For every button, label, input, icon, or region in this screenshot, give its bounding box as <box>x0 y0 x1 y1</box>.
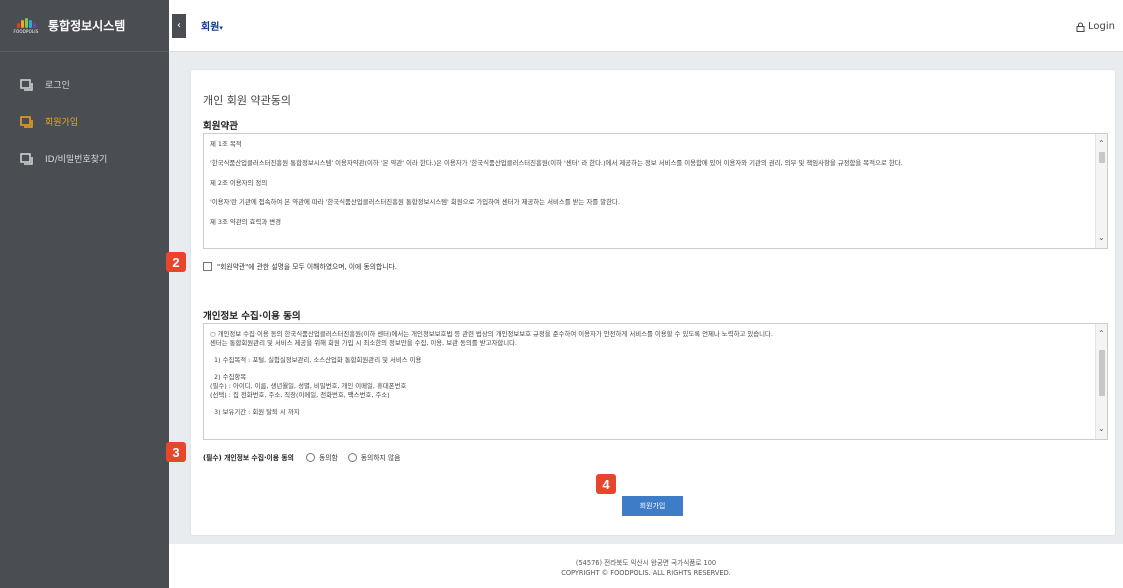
privacy-line: 3) 보유기간 : 회원 탈퇴 시 까지 <box>214 408 300 416</box>
sidebar-item-signup[interactable]: 회원가입 <box>0 103 169 140</box>
window-icon <box>20 115 33 128</box>
privacy-line: 2) 수집항목 <box>214 373 247 381</box>
privacy-scrollbar[interactable]: ⌃ ⌄ <box>1095 324 1107 439</box>
scroll-up-icon[interactable]: ⌃ <box>1098 330 1105 338</box>
annotation-badge-3: 3 <box>166 442 186 462</box>
lock-icon <box>1076 22 1085 32</box>
sidebar-menu: 로그인 회원가입 ID/비밀번호찾기 <box>0 52 169 177</box>
terms-paragraph: 제 3조 약관의 효력과 변경 <box>210 217 281 226</box>
privacy-line <box>210 365 1085 373</box>
privacy-line: ○ 개인정보 수집·이용 동의 한국식품산업클러스터진흥원(이하 센터)에서는 … <box>210 330 773 338</box>
scrollbar-thumb[interactable] <box>1099 152 1105 163</box>
scroll-up-icon[interactable]: ⌃ <box>1098 140 1105 148</box>
footer-copyright: COPYRIGHT © FOODPOLIS. ALL RIGHTS RESERV… <box>561 569 731 577</box>
sidebar-item-find-id-password[interactable]: ID/비밀번호찾기 <box>0 140 169 177</box>
scroll-down-icon[interactable]: ⌄ <box>1098 234 1105 242</box>
sidebar-item-label: ID/비밀번호찾기 <box>45 155 108 165</box>
sidebar-brand[interactable]: FOODPOLIS 통합정보시스템 <box>0 0 169 52</box>
terms-paragraph: '한국식품산업클러스터진흥원 통합정보시스템' 이용자약관(이하 '본 약관' … <box>210 159 903 168</box>
privacy-agree-radio[interactable] <box>305 452 315 462</box>
terms-paragraph: 제 2조 이용자의 정의 <box>210 178 268 187</box>
privacy-textbox[interactable]: ○ 개인정보 수집·이용 동의 한국식품산업클러스터진흥원(이하 센터)에서는 … <box>203 323 1108 440</box>
privacy-agree-label[interactable]: 동의함 <box>319 452 338 462</box>
terms-paragraph: '이용자'란 기관에 접속하여 본 약관에 따라 '한국식품산업클러스터진흥원 … <box>210 198 620 207</box>
privacy-disagree-radio[interactable] <box>347 452 357 462</box>
join-button[interactable]: 회원가입 <box>622 496 683 516</box>
privacy-consent-row: (필수) 개인정보 수집·이용 동의 동의함 동의하지 않음 <box>203 452 400 462</box>
footer-address: (54576) 전라북도 익산시 왕궁면 국가식품로 100 <box>575 559 717 567</box>
collapse-sidebar-button[interactable]: ‹ <box>172 13 186 38</box>
page-title: 개인 회원 약관동의 <box>203 94 291 107</box>
sidebar: FOODPOLIS 통합정보시스템 로그인 회원가입 ID/비밀번호찾기 <box>0 0 169 588</box>
privacy-line: 센터는 통합회원관리 및 서비스 제공을 위해 회원 가입 시 최소한의 정보만… <box>210 339 518 347</box>
member-menu-label: 회원 <box>201 22 220 33</box>
privacy-line: (필수) : 아이디, 이름, 생년월일, 성별, 비밀번호, 개인 이메일, … <box>210 382 407 390</box>
window-icon <box>20 78 33 91</box>
sidebar-item-label: 회원가입 <box>45 118 79 128</box>
terms-textbox[interactable]: 제 1조 목적 '한국식품산업클러스터진흥원 통합정보시스템' 이용자약관(이하… <box>203 133 1108 249</box>
login-label: Login <box>1088 21 1115 32</box>
privacy-required-label: (필수) 개인정보 수집·이용 동의 <box>203 454 294 462</box>
terms-paragraph: 제 1조 목적 <box>210 140 242 148</box>
terms-section-title: 회원약관 <box>203 121 238 132</box>
privacy-line: (선택) : 집 전화번호, 주소, 직장(이메일, 전화번호, 팩스번호, 주… <box>210 391 390 399</box>
terms-card: 개인 회원 약관동의 회원약관 제 1조 목적 '한국식품산업클러스터진흥원 통… <box>191 70 1115 535</box>
sidebar-item-label: 로그인 <box>45 81 70 91</box>
annotation-badge-2: 2 <box>166 252 186 272</box>
privacy-line <box>210 348 1085 356</box>
privacy-disagree-label[interactable]: 동의하지 않음 <box>361 452 401 462</box>
terms-agree-label[interactable]: "회원약관"에 관한 설명을 모두 이해하였으며, 이에 동의합니다. <box>217 261 397 271</box>
privacy-section-title: 개인정보 수집·이용 동의 <box>203 311 301 322</box>
top-bar: ‹ 회원▾ Login <box>169 0 1123 52</box>
member-menu[interactable]: 회원▾ <box>201 18 223 33</box>
system-title: 통합정보시스템 <box>48 19 126 33</box>
scrollbar-thumb[interactable] <box>1099 350 1105 396</box>
privacy-line: 1) 수집목적 : 포털, 실험실정보관리, 소스산업화 통합회원관리 및 서비… <box>214 356 422 364</box>
annotation-badge-4: 4 <box>596 474 616 494</box>
privacy-line <box>210 400 1085 408</box>
sidebar-item-login[interactable]: 로그인 <box>0 66 169 103</box>
foodpolis-logo: FOODPOLIS <box>12 15 40 37</box>
login-link[interactable]: Login <box>1076 21 1115 32</box>
chevron-down-icon: ▾ <box>219 24 223 32</box>
scroll-down-icon[interactable]: ⌄ <box>1098 425 1105 433</box>
footer: (54576) 전라북도 익산시 왕궁면 국가식품로 100 COPYRIGHT… <box>169 544 1123 588</box>
terms-agree-checkbox[interactable] <box>203 261 212 271</box>
terms-agree-row: "회원약관"에 관한 설명을 모두 이해하였으며, 이에 동의합니다. <box>203 261 397 271</box>
window-icon <box>20 152 33 165</box>
terms-scrollbar[interactable]: ⌃ ⌄ <box>1095 134 1107 248</box>
logo-text: FOODPOLIS <box>13 28 39 34</box>
